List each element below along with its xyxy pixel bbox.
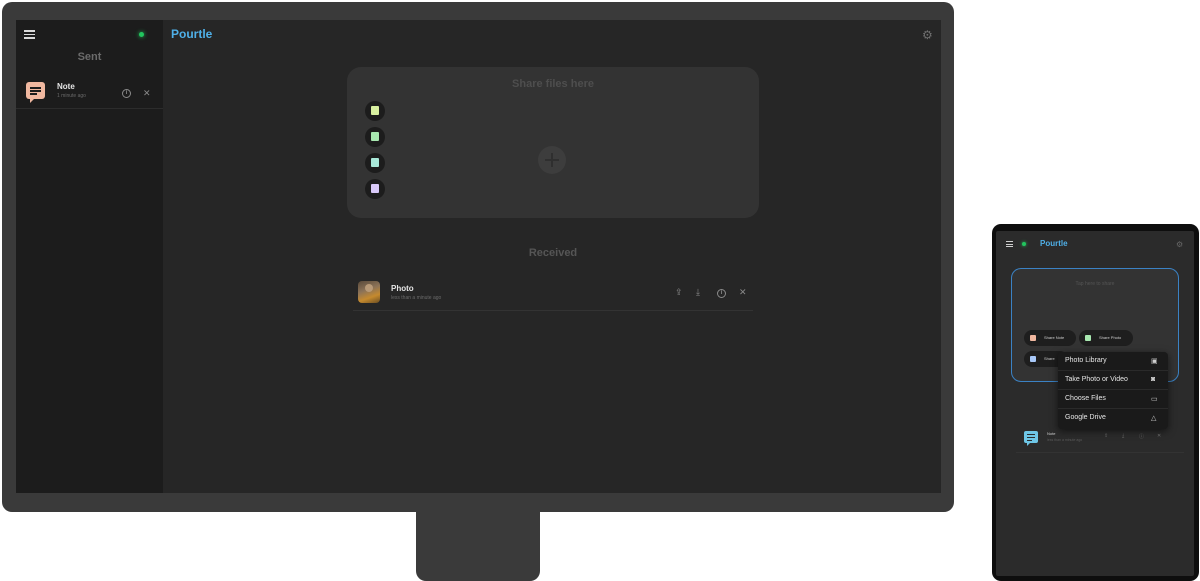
menu-item-choose-files[interactable]: Choose Files ▭ <box>1058 390 1168 409</box>
share-file-label: Share <box>1044 356 1055 361</box>
file-icon <box>1030 356 1036 362</box>
share-note-button[interactable] <box>365 101 385 121</box>
close-icon[interactable]: ✕ <box>1157 433 1161 439</box>
share-drop-zone[interactable]: Share files here <box>347 67 759 218</box>
menu-icon[interactable] <box>24 30 35 39</box>
download-icon[interactable]: ⤓ <box>696 288 700 297</box>
info-icon[interactable]: i <box>717 289 726 298</box>
photo-thumbnail <box>358 281 380 303</box>
download-icon[interactable]: ⤓ <box>1122 433 1124 439</box>
gear-icon[interactable]: ⚙ <box>1176 240 1183 249</box>
note-icon <box>26 82 45 103</box>
desktop-monitor: Sent Note 1 minute ago i ✕ Pourtle ⚙ Sha… <box>2 2 954 512</box>
share-note-label: Share Note <box>1044 335 1065 340</box>
received-item-name: Note <box>1047 431 1056 436</box>
sent-item-name: Note <box>57 82 75 91</box>
gear-icon[interactable]: ⚙ <box>922 28 933 42</box>
menu-item-label: Choose Files <box>1065 395 1106 402</box>
desktop-screen: Sent Note 1 minute ago i ✕ Pourtle ⚙ Sha… <box>16 20 941 493</box>
monitor-stand <box>416 512 540 581</box>
sent-title: Sent <box>77 51 102 63</box>
close-icon[interactable]: ✕ <box>739 288 747 297</box>
received-list-item[interactable]: Note less than a minute ago ⇪ ⤓ ⓘ ✕ <box>1016 427 1184 453</box>
camera-icon: ◙ <box>1151 376 1156 383</box>
photo-icon <box>371 132 379 141</box>
menu-icon[interactable] <box>1006 241 1013 247</box>
file-icon <box>371 158 379 167</box>
menu-item-google-drive[interactable]: Google Drive △ <box>1058 409 1168 428</box>
share-photo-button[interactable]: Share Photo <box>1079 330 1133 346</box>
close-icon[interactable]: ✕ <box>143 89 151 98</box>
received-item-name: Photo <box>391 284 414 293</box>
menu-item-photo-library[interactable]: Photo Library ▣ <box>1058 352 1168 371</box>
google-drive-icon: △ <box>1151 415 1157 422</box>
note-icon <box>1030 335 1036 341</box>
connection-status-icon <box>139 32 144 37</box>
info-icon[interactable]: i <box>122 89 131 98</box>
sent-sidebar: Sent Note 1 minute ago i ✕ <box>16 20 163 493</box>
app-title: Pourtle <box>1040 239 1068 248</box>
sent-list-item[interactable]: Note 1 minute ago i ✕ <box>16 77 163 109</box>
add-icon[interactable] <box>538 146 566 174</box>
menu-item-label: Google Drive <box>1065 414 1106 421</box>
clipboard-icon <box>371 184 379 193</box>
photo-library-icon: ▣ <box>1151 358 1158 365</box>
folder-icon: ▭ <box>1151 396 1158 403</box>
stage: Sent Note 1 minute ago i ✕ Pourtle ⚙ Sha… <box>0 0 1200 581</box>
received-item-time: less than a minute ago <box>1047 438 1083 442</box>
menu-item-label: Take Photo or Video <box>1065 376 1128 383</box>
note-icon <box>1024 431 1038 446</box>
connection-status-icon <box>1022 242 1026 246</box>
tablet-screen: Pourtle ⚙ Tap here to share Share Note S… <box>996 231 1194 576</box>
info-icon[interactable]: ⓘ <box>1139 433 1144 440</box>
sent-item-time: 1 minute ago <box>57 93 86 99</box>
share-icon[interactable]: ⇪ <box>675 288 683 297</box>
share-panel-title: Share files here <box>512 78 594 90</box>
share-note-button[interactable]: Share Note <box>1024 330 1076 346</box>
share-photo-button[interactable] <box>365 127 385 147</box>
share-source-menu: Photo Library ▣ Take Photo or Video ◙ Ch… <box>1058 352 1168 429</box>
share-panel-title: Tap here to share <box>1075 281 1115 287</box>
menu-item-take-photo[interactable]: Take Photo or Video ◙ <box>1058 371 1168 390</box>
app-title: Pourtle <box>171 27 213 41</box>
share-photo-label: Share Photo <box>1099 335 1122 340</box>
received-title: Received <box>528 247 578 259</box>
note-icon <box>371 106 379 115</box>
received-item-time: less than a minute ago <box>391 295 442 301</box>
received-list-item[interactable]: Photo less than a minute ago ⇪ ⤓ i ✕ <box>353 276 753 311</box>
menu-item-label: Photo Library <box>1065 357 1107 364</box>
share-icon[interactable]: ⇪ <box>1104 433 1108 439</box>
tablet-device: Pourtle ⚙ Tap here to share Share Note S… <box>992 224 1199 581</box>
share-clipboard-button[interactable] <box>365 179 385 199</box>
share-file-button[interactable] <box>365 153 385 173</box>
photo-icon <box>1085 335 1091 341</box>
